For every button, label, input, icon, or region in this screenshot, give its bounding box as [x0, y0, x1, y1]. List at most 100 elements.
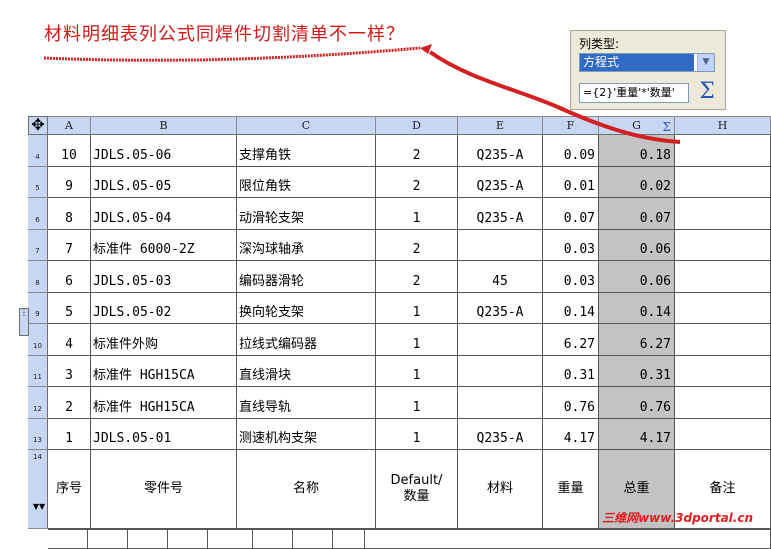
row-header[interactable]: 10	[28, 324, 48, 356]
table-cell[interactable]: 0.14	[543, 292, 599, 324]
table-cell[interactable]: 标准件 6000-2Z	[91, 229, 237, 261]
table-cell[interactable]: JDLS.05-02	[91, 292, 237, 324]
row-header[interactable]: 12	[28, 387, 48, 419]
table-cell[interactable]	[208, 529, 253, 549]
table-cell[interactable]: JDLS.05-03	[91, 261, 237, 293]
table-cell[interactable]: 0.09	[543, 135, 599, 167]
table-cell[interactable]	[458, 387, 543, 419]
table-cell[interactable]: 支撑角铁	[237, 135, 376, 167]
table-cell[interactable]	[333, 529, 365, 549]
row-header[interactable]: 4	[28, 135, 48, 167]
table-cell[interactable]	[675, 387, 771, 419]
table-cell[interactable]: 0.02	[599, 166, 675, 198]
table-cell[interactable]: 1	[376, 387, 458, 419]
footer-qty[interactable]: Default/数量	[376, 450, 458, 529]
table-cell[interactable]	[675, 229, 771, 261]
table-cell[interactable]: 0.06	[599, 261, 675, 293]
footer-part-no[interactable]: 零件号	[91, 450, 237, 529]
table-cell[interactable]	[48, 529, 88, 549]
table-cell[interactable]: 6.27	[599, 324, 675, 356]
table-cell[interactable]: 直线滑块	[237, 355, 376, 387]
side-handle-icon[interactable]: ⋮	[19, 308, 29, 336]
row-header[interactable]: 6	[28, 198, 48, 230]
column-header-h[interactable]: H	[675, 116, 771, 135]
table-cell[interactable]: 2	[376, 261, 458, 293]
table-cell[interactable]: 5	[48, 292, 91, 324]
table-cell[interactable]: 测速机构支架	[237, 418, 376, 450]
table-cell[interactable]: 2	[48, 387, 91, 419]
table-cell[interactable]: Q235-A	[458, 166, 543, 198]
table-cell[interactable]: 1	[48, 418, 91, 450]
table-cell[interactable]	[253, 529, 293, 549]
column-header-f[interactable]: F	[543, 116, 599, 135]
column-type-selected-value[interactable]: 方程式	[580, 54, 694, 71]
row-header[interactable]: 8	[28, 261, 48, 293]
table-cell[interactable]: 0.76	[543, 387, 599, 419]
sigma-icon[interactable]: Σ	[695, 79, 719, 105]
table-cell[interactable]: 1	[376, 292, 458, 324]
row-header[interactable]: 9	[28, 292, 48, 324]
table-cell[interactable]: 直线导轨	[237, 387, 376, 419]
column-header-c[interactable]: C	[237, 116, 376, 135]
table-cell[interactable]: 0.06	[599, 229, 675, 261]
table-cell[interactable]: 0.18	[599, 135, 675, 167]
table-cell[interactable]: 7	[48, 229, 91, 261]
column-header-e[interactable]: E	[458, 116, 543, 135]
table-cell[interactable]	[675, 135, 771, 167]
table-cell[interactable]	[88, 529, 128, 549]
footer-material[interactable]: 材料	[458, 450, 543, 529]
table-cell[interactable]	[458, 355, 543, 387]
table-cell[interactable]: JDLS.05-01	[91, 418, 237, 450]
table-cell[interactable]: 1	[376, 198, 458, 230]
table-cell[interactable]: JDLS.05-06	[91, 135, 237, 167]
table-cell[interactable]: 换向轮支架	[237, 292, 376, 324]
table-cell[interactable]: 编码器滑轮	[237, 261, 376, 293]
table-cell[interactable]: 45	[458, 261, 543, 293]
table-cell[interactable]: 0.03	[543, 261, 599, 293]
column-header-d[interactable]: D	[376, 116, 458, 135]
table-cell[interactable]: 4	[48, 324, 91, 356]
table-cell[interactable]: JDLS.05-05	[91, 166, 237, 198]
row-header[interactable]: 5	[28, 166, 48, 198]
column-header-g[interactable]: GΣ	[599, 116, 675, 135]
table-cell[interactable]	[293, 529, 333, 549]
table-cell[interactable]: 标准件外购	[91, 324, 237, 356]
table-cell[interactable]: 2	[376, 166, 458, 198]
table-cell[interactable]: 1	[376, 418, 458, 450]
table-cell[interactable]: Q235-A	[458, 418, 543, 450]
row-header[interactable]: 13	[28, 418, 48, 450]
table-cell[interactable]	[365, 529, 771, 549]
table-cell[interactable]	[168, 529, 208, 549]
table-cell[interactable]: 1	[376, 324, 458, 356]
table-cell[interactable]	[675, 261, 771, 293]
table-cell[interactable]: 2	[376, 135, 458, 167]
table-cell[interactable]: 9	[48, 166, 91, 198]
table-cell[interactable]: 0.07	[543, 198, 599, 230]
table-cell[interactable]	[675, 198, 771, 230]
table-cell[interactable]	[675, 355, 771, 387]
footer-weight[interactable]: 重量	[543, 450, 599, 529]
table-cell[interactable]: 0.14	[599, 292, 675, 324]
table-cell[interactable]: 0.01	[543, 166, 599, 198]
table-cell[interactable]: 0.31	[599, 355, 675, 387]
table-cell[interactable]	[675, 166, 771, 198]
chevron-down-icon[interactable]: ▼	[697, 54, 714, 71]
table-cell[interactable]: 8	[48, 198, 91, 230]
table-cell[interactable]: Q235-A	[458, 135, 543, 167]
table-cell[interactable]	[128, 529, 168, 549]
table-cell[interactable]: 深沟球轴承	[237, 229, 376, 261]
table-cell[interactable]: JDLS.05-04	[91, 198, 237, 230]
table-cell[interactable]	[675, 418, 771, 450]
column-header-b[interactable]: B	[91, 116, 237, 135]
formula-input[interactable]: ={2}'重量'*'数量'	[579, 83, 689, 103]
move-table-icon[interactable]: ✥	[28, 116, 48, 135]
table-cell[interactable]: 0.76	[599, 387, 675, 419]
table-cell[interactable]: 动滑轮支架	[237, 198, 376, 230]
table-cell[interactable]: 3	[48, 355, 91, 387]
table-cell[interactable]	[675, 324, 771, 356]
table-cell[interactable]: 标准件 HGH15CA	[91, 387, 237, 419]
table-cell[interactable]: 0.07	[599, 198, 675, 230]
table-cell[interactable]: 0.31	[543, 355, 599, 387]
table-cell[interactable]: 10	[48, 135, 91, 167]
row-header[interactable]: 14	[28, 450, 48, 529]
